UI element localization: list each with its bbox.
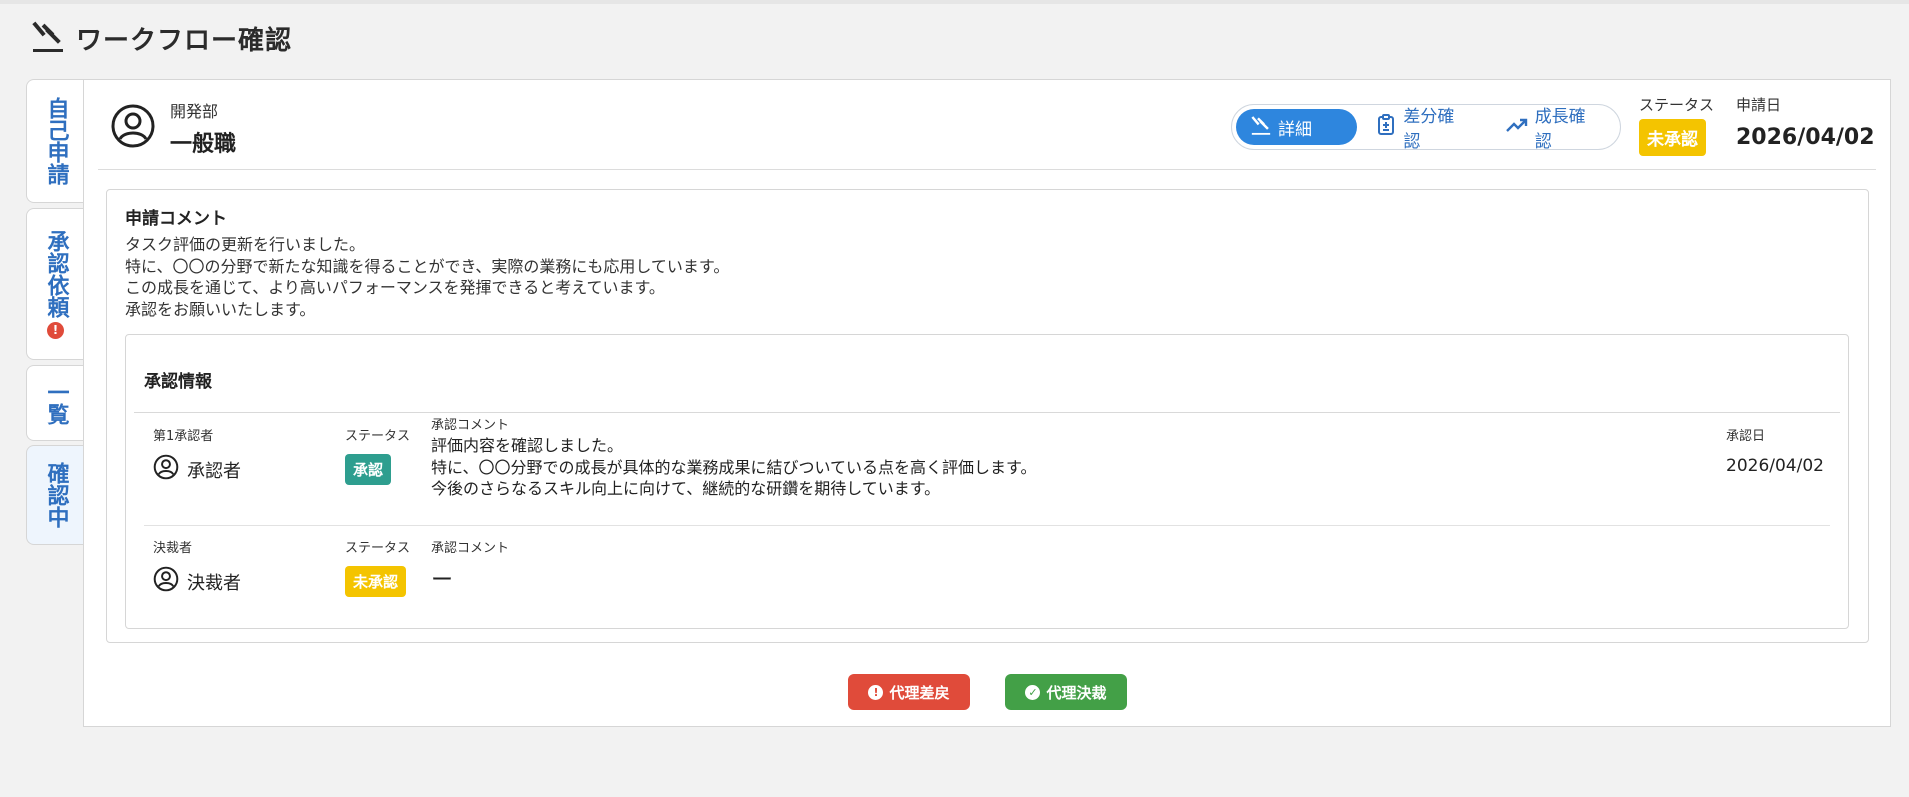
main-panel: 開発部 一般職 詳細 差分確認 成長確認 ステータス 未承認 申請日 2026/… [83, 79, 1891, 727]
role-label: 決裁者 [153, 541, 193, 556]
tab-approval-request[interactable]: 承認依頼 ! [26, 208, 84, 360]
proxy-approve-button[interactable]: ✓ 代理決裁 [1005, 674, 1127, 710]
approval-info-heading: 承認情報 [144, 372, 212, 392]
page-title: ワークフロー確認 [76, 25, 293, 56]
detail-label: 詳細 [1278, 119, 1312, 140]
approver-person: 決裁者 [153, 566, 241, 597]
proxy-reject-label: 代理差戻 [889, 683, 950, 702]
tab-list[interactable]: 一覧 [26, 365, 84, 441]
top-border [0, 0, 1909, 4]
tab-label: 確認中 [43, 462, 69, 528]
tab-label: 自己申請 [43, 97, 69, 185]
check-icon: ✓ [1025, 684, 1041, 700]
status-label: ステータス [345, 541, 411, 556]
divider [144, 525, 1830, 526]
application-comment-card: 申請コメント タスク評価の更新を行いました。 特に、〇〇の分野で新たな知識を得る… [106, 189, 1869, 643]
proxy-reject-button[interactable]: ! 代理差戻 [848, 674, 970, 710]
alert-icon: ! [47, 321, 64, 339]
approval-comment: 評価内容を確認しました。 特に、〇〇分野での成長が具体的な業務成果に結びついてい… [431, 436, 1037, 498]
status-badge: 未承認 [1639, 119, 1706, 156]
user-circle-icon [153, 566, 179, 597]
approval-info-card: 承認情報 第1承認者 承認者 ステータス 承認 承認コメント 評価内容を確認しま… [125, 334, 1849, 629]
proxy-approve-label: 代理決裁 [1046, 683, 1107, 702]
approval-date-label: 承認日 [1726, 429, 1766, 444]
alert-icon: ! [868, 684, 884, 700]
user-texts: 開発部 一般職 [170, 98, 236, 158]
gavel-icon [1250, 114, 1272, 141]
detail-button[interactable]: 詳細 [1236, 109, 1358, 145]
tab-label: 承認依頼 [43, 229, 69, 318]
comment-label: 承認コメント [431, 541, 510, 556]
comment-label: 承認コメント [431, 418, 510, 433]
growth-button[interactable]: 成長確認 [1491, 107, 1616, 152]
application-comment-heading: 申請コメント [125, 209, 227, 229]
gavel-icon [30, 18, 66, 58]
divider [134, 412, 1840, 413]
trending-up-icon [1505, 116, 1529, 139]
tab-in-review[interactable]: 確認中 [26, 445, 84, 545]
user-circle-icon [153, 454, 179, 485]
date-label: 申請日 [1736, 96, 1782, 114]
diff-button[interactable]: 差分確認 [1363, 107, 1484, 152]
user-block: 開発部 一般職 [110, 98, 236, 158]
diff-label: 差分確認 [1403, 107, 1455, 152]
application-date: 2026/04/02 [1736, 125, 1875, 150]
role-label: 一般職 [170, 132, 237, 157]
application-comment-body: タスク評価の更新を行いました。 特に、〇〇の分野で新たな知識を得ることができ、実… [125, 235, 730, 319]
department-label: 開発部 [170, 102, 219, 121]
document-diff-icon [1377, 113, 1397, 141]
status-meta: ステータス 未承認 [1639, 94, 1714, 156]
approval-date: 2026/04/02 [1726, 456, 1824, 476]
status-label: ステータス [345, 429, 411, 444]
growth-label: 成長確認 [1534, 107, 1586, 152]
tab-self-application[interactable]: 自己申請 [26, 79, 84, 203]
approver-person: 承認者 [153, 454, 241, 485]
view-segment: 詳細 差分確認 成長確認 [1231, 104, 1621, 152]
user-circle-icon [110, 103, 156, 153]
approver-name: 承認者 [187, 460, 241, 482]
header-divider [98, 169, 1876, 170]
page-header: ワークフロー確認 [30, 18, 292, 58]
status-label: ステータス [1639, 96, 1715, 114]
role-label: 第1承認者 [153, 429, 214, 444]
approver-name: 決裁者 [187, 572, 241, 594]
tab-label: 一覧 [43, 381, 69, 425]
date-meta: 申請日 2026/04/02 [1736, 94, 1875, 150]
status-badge: 未承認 [345, 566, 407, 597]
status-badge: 承認 [345, 454, 392, 485]
approval-comment: ー [431, 568, 454, 593]
